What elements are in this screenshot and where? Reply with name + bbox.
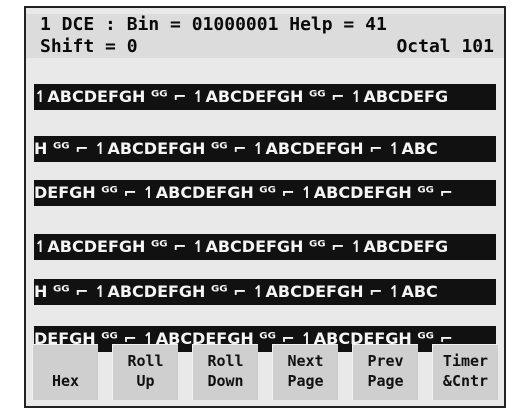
roll-up-softkey[interactable]: Roll Up [112, 344, 178, 400]
data-row: ↿ABCDEFGH ᴳᴳ ⌐ ↿ABCDEFGH ᴳᴳ ⌐ ↿ABCDEFG [34, 84, 496, 110]
hex-softkey[interactable]: Hex [32, 344, 98, 400]
shift-readout: Shift = 0 [40, 36, 138, 57]
status-line-1: 1 DCE : Bin = 01000001 Help = 41 [26, 14, 504, 36]
data-row: H ᴳᴳ ⌐ ↿ABCDEFGH ᴳᴳ ⌐ ↿ABCDEFGH ⌐ ↿ABC [34, 136, 496, 162]
status-line-2: Shift = 0 Octal 101 [26, 36, 504, 58]
analyzer-screen: 1 DCE : Bin = 01000001 Help = 41 Shift =… [24, 6, 506, 408]
status-readout: 1 DCE : Bin = 01000001 Help = 41 [40, 14, 387, 35]
prev-page-softkey[interactable]: Prev Page [352, 344, 418, 400]
timer-counter-softkey[interactable]: Timer &Cntr [432, 344, 498, 400]
roll-down-softkey[interactable]: Roll Down [192, 344, 258, 400]
octal-readout: Octal 101 [396, 36, 494, 57]
data-row: DEFGH ᴳᴳ ⌐ ↿ABCDEFGH ᴳᴳ ⌐ ↿ABCDEFGH ᴳᴳ ⌐ [34, 180, 496, 206]
softkey-bar: Hex Roll Up Roll Down Next Page Prev Pag… [32, 344, 498, 400]
data-row: H ᴳᴳ ⌐ ↿ABCDEFGH ᴳᴳ ⌐ ↿ABCDEFGH ⌐ ↿ABC [34, 279, 496, 305]
data-row: ↿ABCDEFGH ᴳᴳ ⌐ ↿ABCDEFGH ᴳᴳ ⌐ ↿ABCDEFG [34, 234, 496, 260]
next-page-softkey[interactable]: Next Page [272, 344, 338, 400]
